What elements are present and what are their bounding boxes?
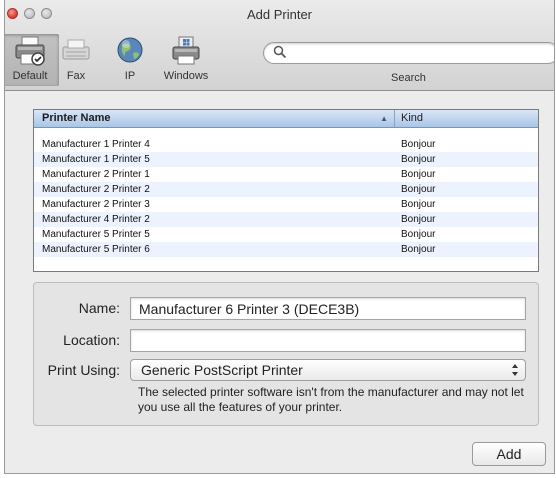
- printer-name-cell: Manufacturer 2 Printer 3: [42, 199, 150, 210]
- printer-kind-cell: Bonjour: [401, 184, 436, 195]
- printer-kind-cell: Bonjour: [401, 244, 436, 255]
- printer-kind-cell: Bonjour: [401, 169, 436, 180]
- printer-rows: Manufacturer 1 Printer 4 Bonjour Manufac…: [34, 128, 538, 257]
- toolbar-windows-label: Windows: [163, 70, 209, 82]
- fax-icon: [62, 39, 90, 60]
- printer-name-cell: Manufacturer 2 Printer 2: [42, 184, 150, 195]
- printer-kind-cell: Bonjour: [401, 139, 436, 150]
- toolbar-fax-label: Fax: [66, 70, 86, 82]
- printer-row[interactable]: Manufacturer 4 Printer 2 Bonjour: [34, 212, 538, 227]
- toolbar-ip-button[interactable]: IP: [112, 34, 148, 86]
- search-label: Search: [391, 72, 426, 84]
- printer-list[interactable]: Printer Name ▲ Kind Manufacturer 1 Print…: [33, 109, 539, 272]
- printer-row[interactable]: Manufacturer 5 Printer 5 Bonjour: [34, 227, 538, 242]
- toolbar-ip-label: IP: [124, 70, 136, 82]
- printer-row[interactable]: Manufacturer 1 Printer 5 Bonjour: [34, 152, 538, 167]
- search-input[interactable]: [263, 42, 554, 64]
- location-field[interactable]: [130, 329, 526, 352]
- printer-name-cell: Manufacturer 5 Printer 5: [42, 229, 150, 240]
- printer-kind-cell: Bonjour: [401, 199, 436, 210]
- search-icon: [273, 45, 287, 59]
- printer-kind-cell: Bonjour: [401, 214, 436, 225]
- printer-row[interactable]: Manufacturer 1 Printer 4 Bonjour: [34, 137, 538, 152]
- location-label: Location:: [63, 332, 120, 348]
- printer-name-cell: Manufacturer 2 Printer 1: [42, 169, 150, 180]
- name-field[interactable]: [130, 297, 526, 320]
- toolbar-default-label: Default: [12, 70, 48, 82]
- column-header-printer-name[interactable]: Printer Name ▲: [34, 110, 394, 127]
- printer-name-cell: Manufacturer 1 Printer 5: [42, 154, 150, 165]
- column-header-printer-name-label: Printer Name: [42, 112, 111, 124]
- printer-row[interactable]: Manufacturer 5 Printer 6 Bonjour: [34, 242, 538, 257]
- add-printer-window: Add Printer Default Fax IP Windows Searc…: [4, 0, 555, 474]
- toolbar-default-button[interactable]: Default: [5, 34, 59, 86]
- globe-icon: [117, 37, 143, 63]
- column-header-kind[interactable]: Kind: [394, 110, 538, 127]
- printer-name-cell: Manufacturer 5 Printer 6: [42, 244, 150, 255]
- sort-ascending-icon: ▲: [380, 114, 388, 123]
- windows-printer-icon: [172, 36, 200, 65]
- printer-row[interactable]: Manufacturer 2 Printer 2 Bonjour: [34, 182, 538, 197]
- toolbar-windows-button[interactable]: Windows: [155, 34, 217, 86]
- toolbar-fax-button[interactable]: Fax: [57, 34, 95, 86]
- printer-name-cell: Manufacturer 4 Printer 2: [42, 214, 150, 225]
- print-using-value: Generic PostScript Printer: [141, 362, 303, 378]
- printer-name-cell: Manufacturer 1 Printer 4: [42, 139, 150, 150]
- printer-kind-cell: Bonjour: [401, 229, 436, 240]
- select-arrows-icon: [512, 364, 518, 376]
- toolbar: Add Printer Default Fax IP Windows Searc…: [5, 0, 554, 91]
- printer-row[interactable]: Manufacturer 2 Printer 3 Bonjour: [34, 197, 538, 212]
- print-using-select[interactable]: Generic PostScript Printer: [130, 359, 526, 381]
- add-button[interactable]: Add: [472, 442, 546, 466]
- name-label: Name:: [78, 300, 120, 316]
- printer-kind-cell: Bonjour: [401, 154, 436, 165]
- default-printer-icon: [15, 36, 45, 66]
- printer-details-panel: Name: Location: Print Using: Generic Pos…: [33, 282, 539, 426]
- printer-row[interactable]: Manufacturer 2 Printer 1 Bonjour: [34, 167, 538, 182]
- window-title: Add Printer: [246, 7, 313, 22]
- printer-list-header: Printer Name ▲ Kind: [34, 110, 538, 128]
- print-using-label: Print Using:: [47, 362, 120, 378]
- driver-warning-note: The selected printer software isn't from…: [138, 385, 524, 414]
